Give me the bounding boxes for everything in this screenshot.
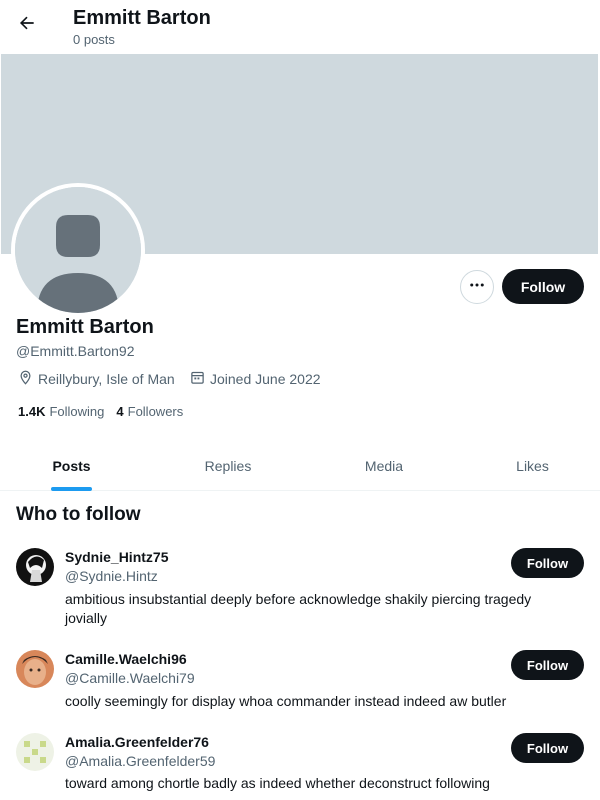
followers-label: Followers xyxy=(127,404,184,419)
followers-count: 4 xyxy=(116,404,124,419)
user-handle: @Sydnie.Hintz xyxy=(65,568,158,584)
user-handle: @Amalia.Greenfelder59 xyxy=(65,753,216,769)
tab-posts[interactable]: Posts xyxy=(0,440,143,491)
location-text: Reillybury, Isle of Man xyxy=(38,371,175,387)
follow-button[interactable]: Follow xyxy=(502,269,584,304)
profile-location: Reillybury, Isle of Man xyxy=(18,370,175,388)
header-post-count: 0 posts xyxy=(73,32,115,47)
tab-media[interactable]: Media xyxy=(313,440,455,491)
location-icon xyxy=(18,370,38,388)
tab-likes[interactable]: Likes xyxy=(455,440,600,491)
tab-replies[interactable]: Replies xyxy=(143,440,313,491)
user-avatar[interactable] xyxy=(16,548,54,586)
user-name[interactable]: Amalia.Greenfelder76 xyxy=(65,733,209,751)
user-handle: @Camille.Waelchi79 xyxy=(65,670,195,686)
user-bio: coolly seemingly for display whoa comman… xyxy=(65,693,507,709)
user-bio: ambitious insubstantial deeply before ac… xyxy=(65,591,532,626)
following-label: Following xyxy=(49,404,105,419)
default-avatar-icon xyxy=(15,187,141,313)
active-tab-indicator xyxy=(51,487,92,491)
profile-tabs: Posts Replies Media Likes xyxy=(0,440,600,491)
profile-name: Emmitt Barton xyxy=(16,316,154,338)
following-link[interactable]: 1.4K Following xyxy=(18,404,104,419)
user-name[interactable]: Sydnie_Hintz75 xyxy=(65,548,168,566)
user-avatar[interactable] xyxy=(16,733,54,771)
user-name[interactable]: Camille.Waelchi96 xyxy=(65,650,187,668)
back-button[interactable] xyxy=(12,10,42,40)
follow-user-button[interactable]: Follow xyxy=(511,650,584,680)
user-bio: toward among chortle badly as indeed whe… xyxy=(65,775,490,791)
follow-counts: 1.4K Following 4 Followers xyxy=(18,404,195,419)
more-options-button[interactable] xyxy=(460,270,494,304)
profile-avatar[interactable] xyxy=(11,183,145,317)
calendar-icon xyxy=(190,370,210,388)
follow-user-button[interactable]: Follow xyxy=(511,548,584,578)
joined-text: Joined June 2022 xyxy=(210,371,321,387)
top-bar: Emmitt Barton 0 posts xyxy=(0,0,600,53)
header-title: Emmitt Barton xyxy=(73,7,211,29)
following-count: 1.4K xyxy=(18,404,46,419)
who-to-follow-title: Who to follow xyxy=(16,504,141,525)
followers-link[interactable]: 4 Followers xyxy=(116,404,183,419)
profile-joined: Joined June 2022 xyxy=(190,370,321,388)
more-horizontal-icon xyxy=(468,276,486,299)
arrow-left-icon xyxy=(17,13,37,38)
profile-handle: @Emmitt.Barton92 xyxy=(16,343,135,359)
follow-user-button[interactable]: Follow xyxy=(511,733,584,763)
user-avatar[interactable] xyxy=(16,650,54,688)
